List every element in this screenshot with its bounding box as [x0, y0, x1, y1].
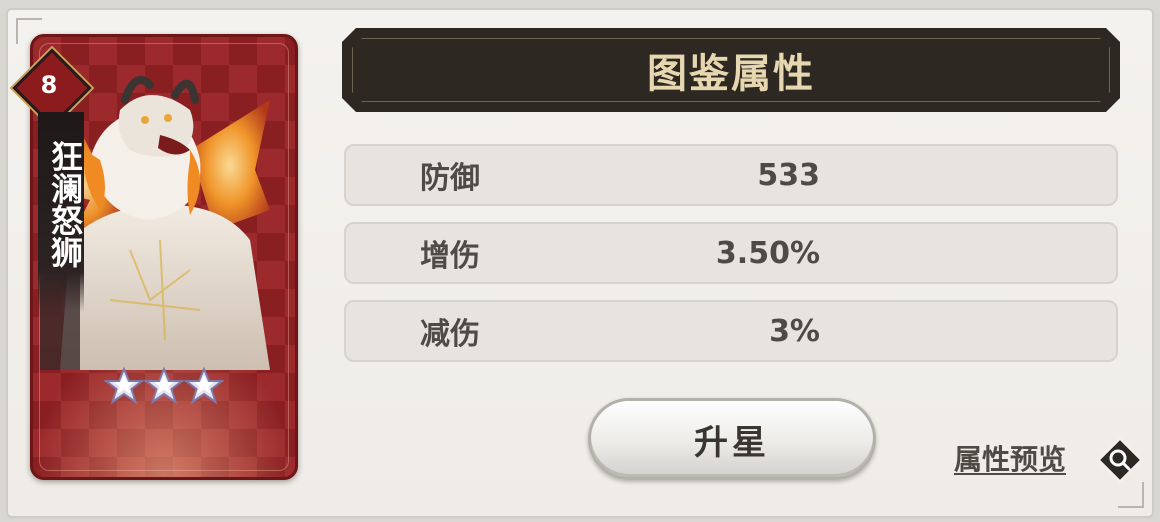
- star-icon: [144, 366, 184, 405]
- attribute-label: 防御: [420, 161, 480, 196]
- panel-title: 图鉴属性: [647, 51, 815, 97]
- attribute-value: 3.50%: [715, 235, 820, 271]
- attribute-label: 增伤: [420, 239, 480, 274]
- hero-name: 狂澜怒狮: [46, 140, 84, 268]
- attribute-value: 533: [757, 157, 820, 193]
- attribute-label: 减伤: [420, 317, 480, 352]
- star-icon: [104, 366, 144, 405]
- attribute-preview-link[interactable]: 属性预览: [954, 438, 1066, 478]
- corner-ornament: [1118, 482, 1144, 508]
- attribute-row-damage-bonus: 增伤 3.50%: [344, 222, 1118, 284]
- magnifier-icon[interactable]: [1096, 436, 1144, 484]
- star-icon: [184, 366, 224, 405]
- level-value: 8: [40, 71, 58, 99]
- attribute-row-damage-reduction: 减伤 3%: [344, 300, 1118, 362]
- star-rating: [104, 366, 224, 406]
- attribute-row-defense: 防御 533: [344, 144, 1118, 206]
- star-up-button[interactable]: 升星: [588, 398, 876, 480]
- attribute-value: 3%: [769, 313, 820, 349]
